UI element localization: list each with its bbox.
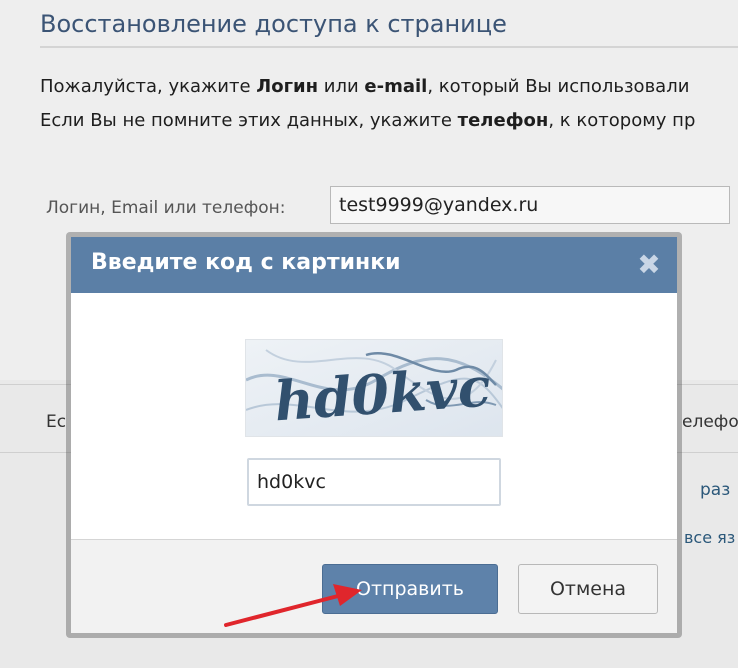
captcha-code-input[interactable]: [247, 458, 501, 506]
close-icon[interactable]: ✖: [635, 251, 663, 279]
instruction-text: Если Вы не помните этих данных, укажите: [40, 110, 458, 131]
page-title: Восстановление доступа к странице: [40, 10, 507, 38]
instruction-line-2: Если Вы не помните этих данных, укажите …: [40, 110, 695, 131]
cancel-button[interactable]: Отмена: [518, 564, 658, 614]
instruction-text: Пожалуйста, укажите: [40, 76, 257, 97]
dialog-footer: Отправить Отмена: [71, 539, 677, 633]
dialog-title: Введите код с картинки: [91, 250, 401, 275]
obscured-text-right: елефон: [682, 412, 738, 432]
captcha-image: hd0kvc: [245, 339, 503, 437]
instruction-bold-login: Логин: [256, 76, 319, 97]
instruction-bold-phone: телефон: [457, 110, 549, 131]
instruction-line-1: Пожалуйста, укажите Логин или e-mail, ко…: [40, 76, 689, 97]
login-field[interactable]: [330, 186, 730, 224]
obscured-link[interactable]: все яз: [684, 528, 735, 547]
instruction-text: , который Вы использовали: [427, 76, 690, 97]
dialog-header: Введите код с картинки ✖: [71, 237, 677, 293]
obscured-link[interactable]: раз: [700, 480, 730, 500]
captcha-picture: hd0kvc: [246, 340, 502, 436]
instruction-bold-email: e-mail: [364, 76, 428, 97]
captcha-dialog: Введите код с картинки ✖ hd0kvc Отправит…: [71, 237, 677, 633]
title-divider: [40, 46, 738, 48]
instruction-text: , к которому пр: [548, 110, 696, 131]
obscured-text-left: Ес: [46, 412, 67, 432]
login-field-label: Логин, Email или телефон:: [46, 198, 286, 218]
instruction-text: или: [318, 76, 365, 97]
send-button[interactable]: Отправить: [322, 564, 498, 614]
